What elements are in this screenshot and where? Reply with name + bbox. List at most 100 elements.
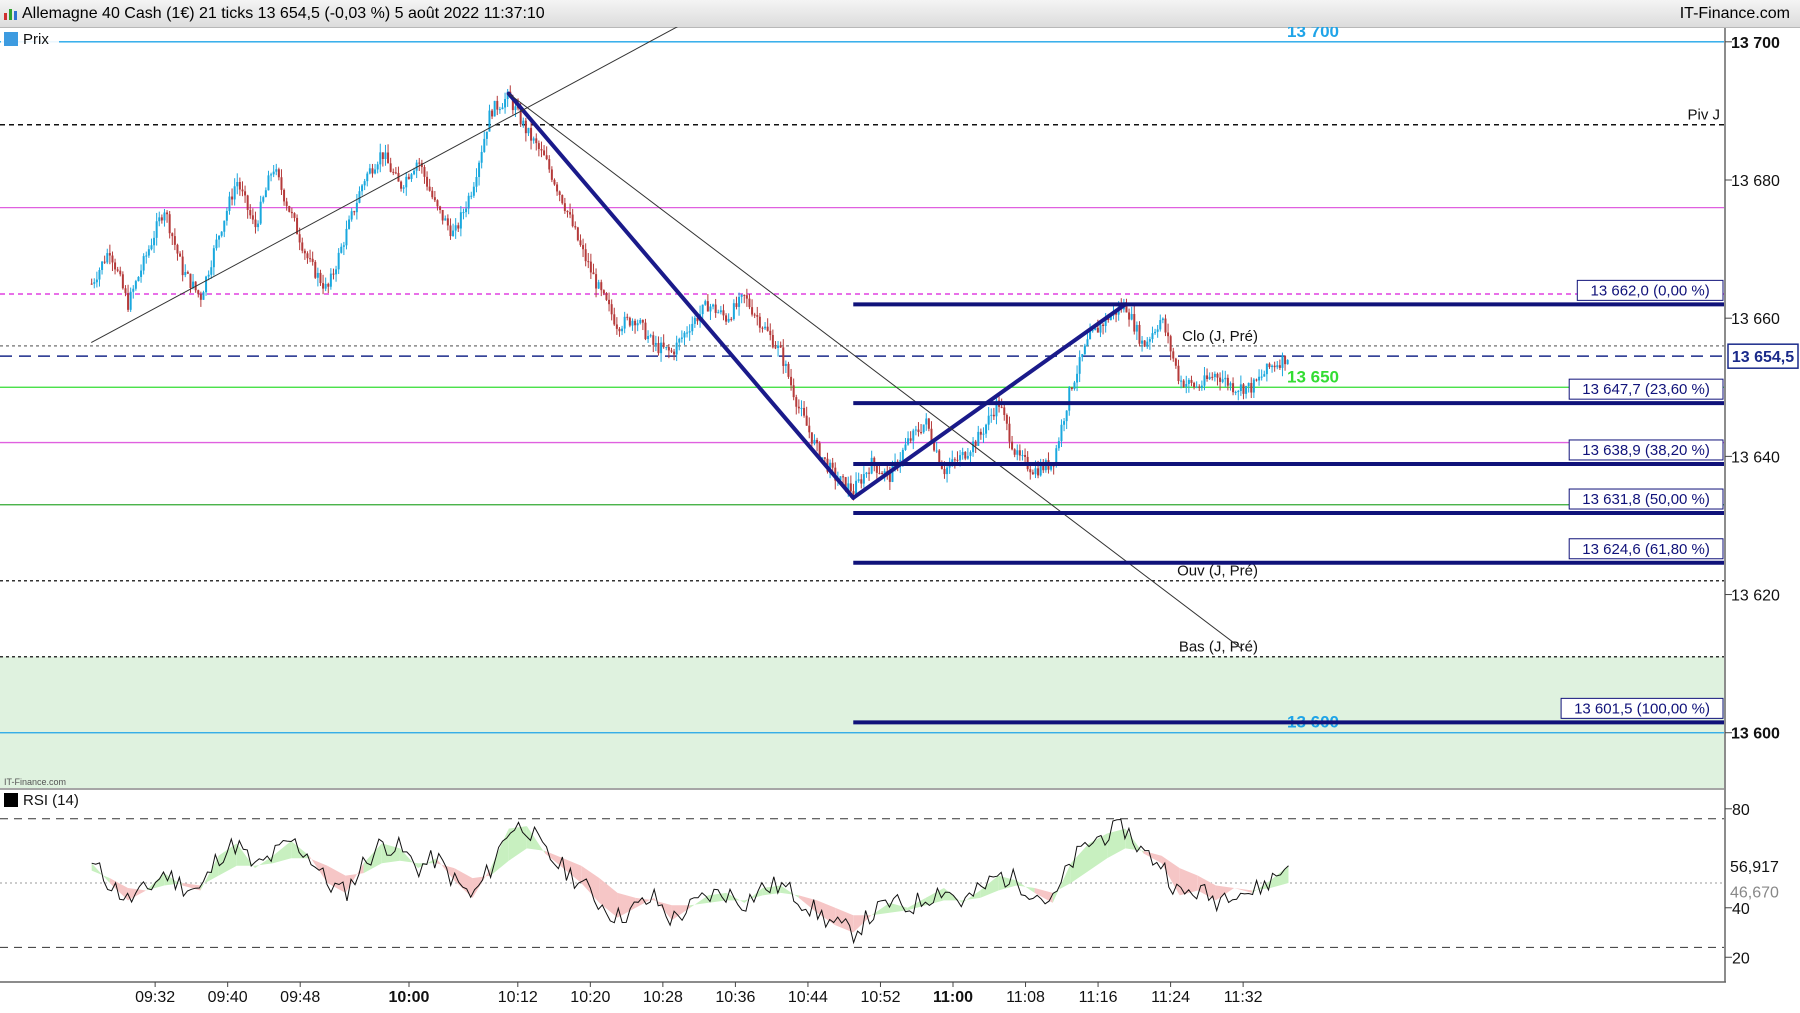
- rsi-fill-segment: [254, 855, 273, 869]
- trend-line-3: [508, 93, 1244, 651]
- candle-body: [610, 304, 613, 315]
- candle-body: [1024, 455, 1027, 457]
- candle-body: [717, 312, 720, 314]
- candle-body: [797, 406, 800, 409]
- candle-body: [1242, 384, 1245, 394]
- candle-body: [335, 269, 338, 275]
- candle-body: [1180, 380, 1183, 382]
- candle-body: [649, 335, 652, 337]
- fib-label-3: 13 631,8 (50,00 %): [1582, 491, 1710, 508]
- rsi-fill-segment: [327, 865, 346, 893]
- candle-body: [740, 294, 743, 297]
- candle-body: [332, 273, 335, 275]
- candle-body: [722, 310, 725, 316]
- level-label-2: 13 650: [1287, 367, 1339, 386]
- candle-body: [132, 288, 135, 292]
- candle-body: [444, 218, 447, 221]
- candle-body: [670, 350, 673, 352]
- candle-body: [210, 267, 213, 275]
- candle-body: [636, 323, 639, 326]
- level-label-8: Clo (J, Pré): [1182, 328, 1258, 345]
- candle-body: [108, 253, 111, 256]
- candle-body: [1065, 410, 1068, 422]
- candle-body: [1206, 375, 1209, 379]
- candle-body: [912, 430, 915, 441]
- candle-body: [1135, 324, 1138, 332]
- window-title: Allemagne 40 Cash (1€) 21 ticks 13 654,5…: [22, 5, 545, 22]
- candle-body: [1260, 376, 1263, 378]
- candle-body: [288, 206, 291, 212]
- candle-body: [589, 261, 592, 273]
- candle-body: [953, 459, 956, 461]
- candle-body: [1016, 450, 1019, 455]
- candle-body: [306, 253, 309, 259]
- candle-body: [623, 316, 626, 329]
- candle-body: [106, 253, 109, 263]
- trend-line-2: [91, 27, 678, 343]
- candle-body: [592, 272, 595, 275]
- candle-body: [394, 172, 397, 174]
- candle-body: [116, 269, 119, 271]
- rsi-fill-segment: [581, 865, 600, 903]
- candle-body: [514, 106, 517, 111]
- candle-body: [168, 214, 171, 234]
- candle-body: [1008, 423, 1011, 442]
- rsi-fill-segment: [1143, 850, 1162, 864]
- candle-body: [1281, 355, 1284, 368]
- candle-body: [1141, 340, 1144, 344]
- time-tick-label-7: 10:36: [715, 989, 755, 1006]
- candle-body: [189, 273, 192, 288]
- candle-body: [1200, 385, 1203, 388]
- candle-body: [1172, 351, 1175, 359]
- candle-body: [761, 327, 764, 329]
- candles: [90, 85, 1289, 501]
- price-tick-label-5: 13 600: [1731, 726, 1780, 743]
- candle-body: [852, 491, 855, 494]
- candle-body: [480, 151, 483, 163]
- candle-body: [1258, 376, 1261, 381]
- candle-body: [1037, 468, 1040, 476]
- price-legend-swatch: [4, 32, 18, 46]
- candle-body: [857, 479, 860, 481]
- candle-body: [212, 248, 215, 268]
- candle-body: [1018, 450, 1021, 456]
- price-tick-label-2: 13 660: [1731, 311, 1780, 328]
- candle-body: [574, 226, 577, 228]
- candle-body: [246, 195, 249, 210]
- candle-body: [348, 219, 351, 229]
- candle-body: [680, 337, 683, 339]
- candle-body: [262, 197, 265, 202]
- candle-body: [868, 472, 871, 474]
- rsi-fill-segment: [599, 878, 618, 918]
- rsi-fill-segment: [1270, 865, 1289, 888]
- price-chart[interactable]: IT-Finance.com 13 700 13 600 13 650 Piv J Clo…: [0, 27, 1800, 1013]
- candle-body: [860, 479, 863, 484]
- candle-body: [436, 200, 439, 207]
- candle-body: [730, 318, 733, 320]
- candle-body: [613, 314, 616, 325]
- candle-body: [1182, 380, 1185, 387]
- time-tick-label-4: 10:12: [498, 989, 538, 1006]
- candle-body: [407, 176, 410, 179]
- candle-body: [153, 237, 156, 246]
- candle-body: [774, 347, 777, 349]
- candle-body: [142, 256, 145, 271]
- candle-body: [849, 483, 852, 492]
- candle-body: [205, 276, 208, 293]
- candle-body: [673, 351, 676, 355]
- candle-body: [813, 439, 816, 444]
- candle-body: [103, 261, 106, 263]
- candle-body: [1198, 386, 1201, 388]
- trend-line-1: [851, 302, 1128, 500]
- price-tick-label-3: 13 640: [1731, 449, 1780, 466]
- candle-body: [1208, 376, 1211, 379]
- candle-body: [1286, 360, 1289, 365]
- candle-body: [1156, 329, 1159, 332]
- candle-body: [540, 149, 543, 151]
- candle-body: [358, 191, 361, 203]
- candle-body: [576, 227, 579, 241]
- candle-body: [605, 293, 608, 300]
- candle-body: [176, 244, 179, 254]
- candle-body: [350, 211, 353, 220]
- candle-body: [184, 272, 187, 276]
